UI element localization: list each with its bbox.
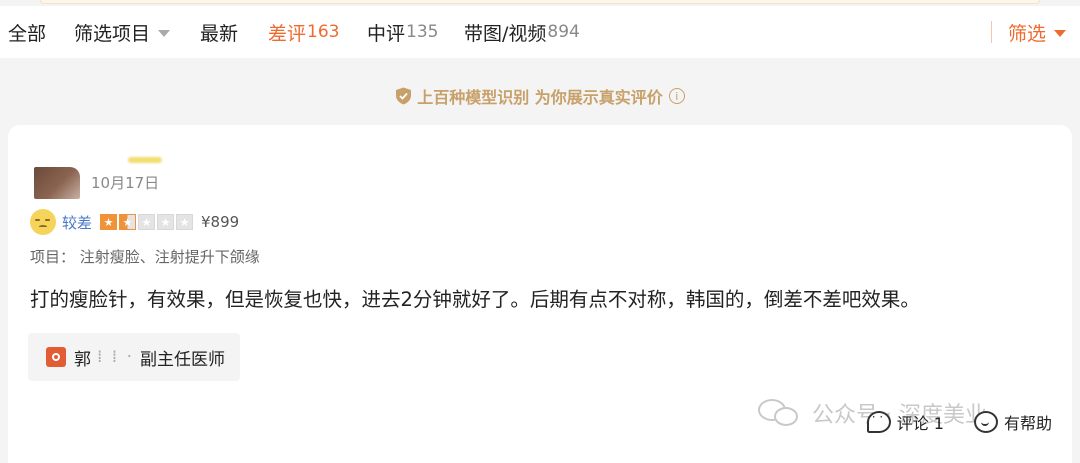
tab-label: 全部	[8, 22, 47, 45]
previous-banner-edge	[40, 0, 1040, 4]
helpful-label: 有帮助	[1003, 414, 1052, 433]
rating-row: 较差 ★ ★ ★ ★ ★ ¥899	[30, 209, 239, 235]
review-card: 10月17日 较差 ★ ★ ★ ★ ★ ¥899 项目： 注射瘦脸、注射提升下颌…	[8, 125, 1072, 463]
filter-bar: 全部 筛选项目 最新 差评 163 中评 135 带图/视频 894 筛选	[0, 6, 1080, 58]
doctor-icon	[46, 347, 66, 367]
rating-label: 较差	[62, 213, 93, 232]
tab-label: 带图/视频	[464, 22, 547, 45]
comment-label: 评论 1	[896, 414, 944, 433]
comment-icon	[866, 410, 891, 433]
star-empty-icon: ★	[157, 214, 175, 230]
doctor-title: 副主任医师	[140, 349, 226, 370]
filter-button-label: 筛选	[1007, 22, 1046, 45]
helpful-button[interactable]: 有帮助	[973, 410, 1052, 434]
tab-latest[interactable]: 最新	[200, 6, 238, 58]
tab-all[interactable]: 全部	[8, 6, 46, 58]
tab-label: 差评	[268, 22, 307, 45]
tab-label: 最新	[200, 22, 239, 45]
star-icon: ★	[100, 214, 118, 230]
price: ¥899	[201, 213, 240, 231]
caret-down-icon	[158, 29, 171, 37]
tab-label: 中评	[367, 22, 406, 45]
tab-count: 135	[406, 22, 439, 42]
shield-check-icon	[396, 87, 412, 105]
review-text: 打的瘦脸针，有效果，但是恢复也快，进去2分钟就好了。后期有点不对称，韩国的，倒差…	[30, 288, 920, 311]
divider	[990, 21, 992, 43]
doctor-tag[interactable]: 郭 ⁞ ⁞ · 副主任医师	[28, 333, 240, 381]
tab-label: 筛选项目	[74, 22, 151, 45]
review-actions: 评论 1 有帮助	[837, 410, 1052, 434]
tab-count: 163	[307, 22, 340, 42]
tab-negative[interactable]: 差评 163	[268, 6, 339, 58]
tab-with-media[interactable]: 带图/视频 894	[464, 6, 580, 58]
username-blurred	[128, 157, 162, 163]
tab-count: 894	[547, 22, 580, 42]
star-rating: ★ ★ ★ ★ ★	[100, 214, 195, 230]
doctor-name-blurred: ⁞ ⁞ ·	[97, 347, 135, 367]
star-half-icon: ★	[119, 214, 137, 230]
tab-filter-project[interactable]: 筛选项目	[74, 6, 171, 58]
ai-recognition-banner: 上百种模型识别 为你展示真实评价 i	[0, 80, 1080, 112]
sad-face-icon	[30, 209, 56, 235]
wechat-icon	[758, 397, 802, 429]
helpful-icon	[973, 411, 998, 433]
comment-button[interactable]: 评论 1	[866, 410, 944, 434]
ai-banner-text: 上百种模型识别 为你展示真实评价	[417, 88, 663, 107]
tab-neutral[interactable]: 中评 135	[367, 6, 438, 58]
star-empty-icon: ★	[138, 214, 156, 230]
avatar[interactable]	[34, 167, 80, 199]
review-project: 项目： 注射瘦脸、注射提升下颌缘	[30, 248, 260, 266]
caret-down-icon	[1054, 29, 1066, 37]
doctor-surname: 郭	[74, 349, 91, 370]
filter-button[interactable]: 筛选	[990, 6, 1066, 58]
info-icon[interactable]: i	[668, 88, 685, 104]
review-date: 10月17日	[91, 174, 160, 192]
star-empty-icon: ★	[176, 214, 194, 230]
